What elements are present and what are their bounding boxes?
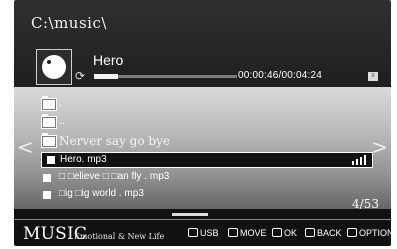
usb-hint[interactable]: USB	[188, 228, 219, 238]
option-hint[interactable]: OPTION	[347, 228, 391, 238]
move-hint[interactable]: MOVE	[228, 228, 267, 238]
file-item-hero[interactable]: Hero. mp3	[41, 152, 373, 168]
media-player-screen: C:\music\ Hero ⟳ 00:00:46/00:04:24 ≡ . .…	[14, 0, 391, 246]
repeat-icon: ⟳	[75, 69, 86, 83]
folder-icon	[41, 96, 57, 111]
usb-icon	[188, 228, 198, 238]
chevron-left-icon[interactable]: <	[17, 135, 34, 159]
playing-level-icon	[352, 155, 366, 165]
move-icon	[228, 228, 238, 238]
playback-time: 00:00:46/00:04:24	[238, 70, 323, 81]
list-item-label: □ig □ig world . mp3	[59, 188, 144, 199]
file-icon	[43, 174, 51, 182]
scroll-indicator	[172, 213, 208, 216]
folder-item-nerver-say-go-bye[interactable]: Nerver say go bye	[41, 133, 373, 149]
ok-icon	[272, 228, 282, 238]
back-hint[interactable]: BACK	[305, 228, 342, 238]
category-label: Emotional & New Life	[74, 232, 165, 241]
list-item-label: Hero. mp3	[60, 154, 107, 165]
chevron-right-icon[interactable]: >	[371, 135, 388, 159]
file-item-big-world[interactable]: □ig □ig world . mp3	[41, 187, 373, 203]
folder-icon	[41, 114, 57, 129]
list-item-label: Nerver say go bye	[59, 134, 170, 148]
back-icon	[305, 228, 315, 238]
file-icon	[43, 191, 51, 199]
info-tag-icon: ≡	[368, 72, 378, 81]
progress-bar[interactable]	[94, 74, 237, 79]
list-item-label: .	[59, 97, 63, 109]
file-item-believe-fly[interactable]: □ □elieve □ □an fly . mp3	[41, 170, 373, 186]
now-playing-title: Hero	[93, 52, 124, 68]
list-item-label: ..	[59, 115, 66, 127]
ok-hint[interactable]: OK	[272, 228, 297, 238]
folder-item-parent[interactable]: ..	[41, 114, 373, 130]
bottom-bar: MUSIC Emotional & New Life USB MOVE OK B…	[14, 219, 391, 246]
file-icon	[47, 156, 55, 164]
folder-icon	[41, 133, 57, 148]
option-icon	[347, 228, 357, 238]
list-item-label: □ □elieve □ □an fly . mp3	[59, 171, 170, 182]
disc-icon	[36, 49, 72, 85]
folder-item-current[interactable]: .	[41, 96, 373, 112]
item-counter: 4/53	[352, 197, 379, 211]
file-browser: . .. Nerver say go bye Hero. mp3 □ □elie…	[14, 87, 391, 209]
progress-fill	[94, 74, 118, 79]
path-title: C:\music\	[31, 14, 107, 32]
